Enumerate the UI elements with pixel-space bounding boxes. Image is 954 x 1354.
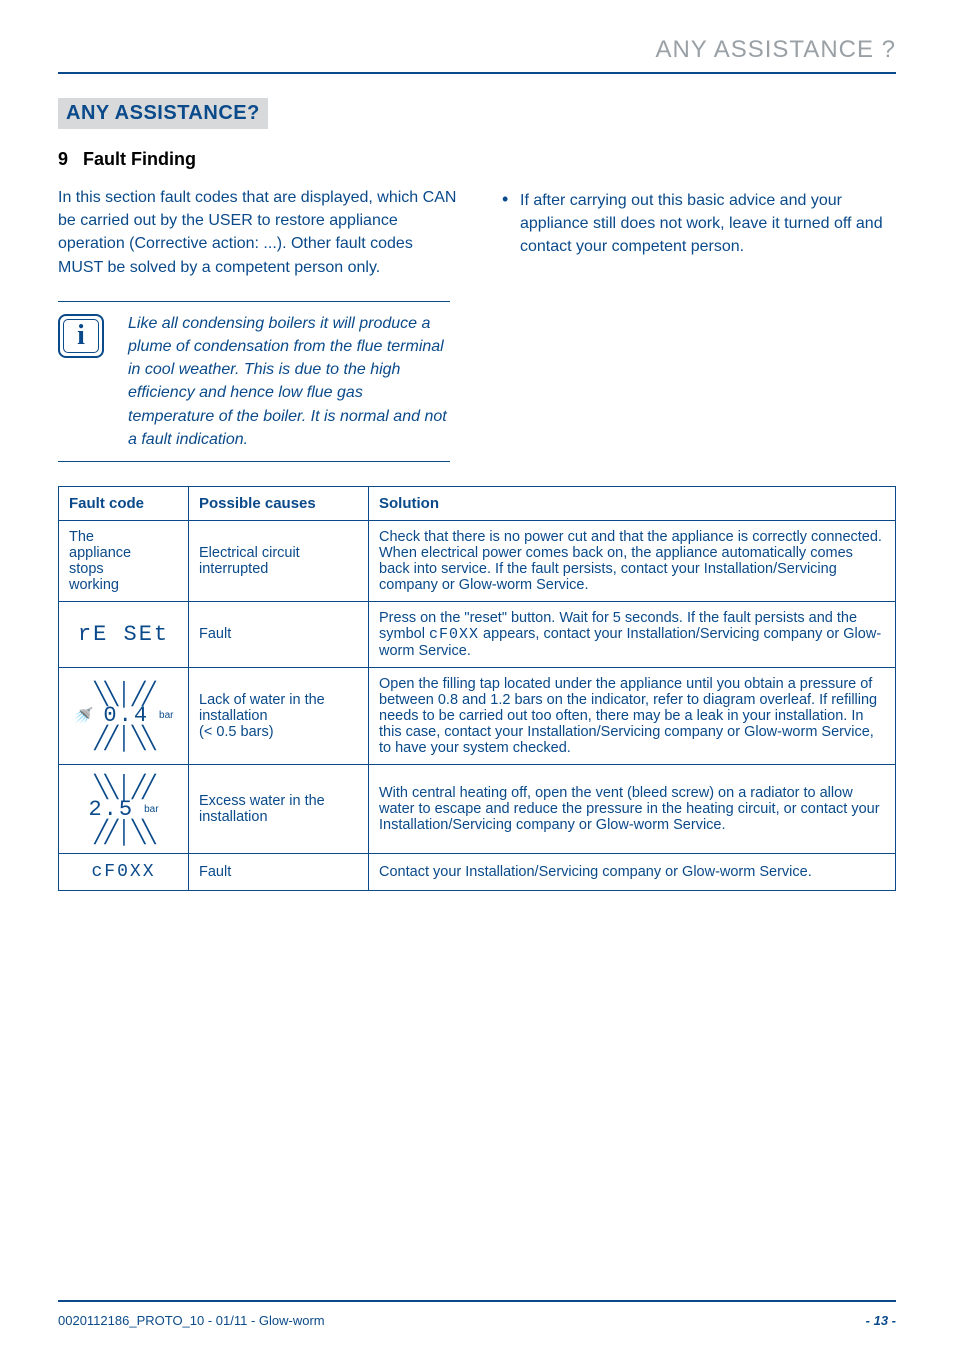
cause-cell: Lack of water in the installation (< 0.5… xyxy=(189,667,369,764)
solution-cell: Open the filling tap located under the a… xyxy=(369,667,896,764)
footer-page-number: - 13 - xyxy=(866,1313,896,1328)
section-heading: ANY ASSISTANCE? xyxy=(58,98,268,129)
table-row: The appliance stops working Electrical c… xyxy=(59,520,896,601)
fault-cell: ╲╲ │ ╱╱ 🚿 0.4 bar ╱╱ │ ╲╲ xyxy=(59,667,189,764)
table-header-row: Fault code Possible causes Solution xyxy=(59,486,896,520)
fault-cell: cF0XX xyxy=(59,854,189,891)
solution-cell: With central heating off, open the vent … xyxy=(369,764,896,854)
fault-table: Fault code Possible causes Solution The … xyxy=(58,486,896,892)
segment-display: 2.5 xyxy=(88,797,134,822)
cause-cell: Fault xyxy=(189,854,369,891)
table-row: cF0XX Fault Contact your Installation/Se… xyxy=(59,854,896,891)
fault-cell: The appliance stops working xyxy=(59,520,189,601)
rays-bottom-icon: ╱╱ │ ╲╲ xyxy=(95,822,153,842)
subheading: 9 Fault Finding xyxy=(58,149,896,170)
fault-cell: rE SEt xyxy=(59,601,189,667)
intro-paragraph: In this section fault codes that are dis… xyxy=(58,186,458,279)
segment-display: cF0XX xyxy=(91,862,155,882)
rays-top-icon: ╲╲ │ ╱╱ xyxy=(95,684,153,704)
fault-text-line: working xyxy=(69,577,119,593)
cause-cell: Fault xyxy=(189,601,369,667)
lcd-flashing-icon: ╲╲ │ ╱╱ 2.5 bar ╱╱ │ ╲╲ xyxy=(69,773,178,846)
table-row: ╲╲ │ ╱╱ 2.5 bar ╱╱ │ ╲╲ Excess water in … xyxy=(59,764,896,854)
info-callout: i Like all condensing boilers it will pr… xyxy=(58,301,450,462)
solution-cell: Contact your Installation/Servicing comp… xyxy=(369,854,896,891)
header-solution: Solution xyxy=(369,486,896,520)
fault-text-line: appliance xyxy=(69,545,131,561)
unit-bar: bar xyxy=(144,804,158,815)
solution-cell: Press on the "reset" button. Wait for 5 … xyxy=(369,601,896,667)
unit-bar: bar xyxy=(159,710,173,721)
page-footer: 0020112186_PROTO_10 - 01/11 - Glow-worm … xyxy=(58,1313,896,1328)
subheading-number: 9 xyxy=(58,149,68,169)
info-text: Like all condensing boilers it will prod… xyxy=(128,312,450,451)
segment-display: rE SEt xyxy=(78,622,169,647)
footer-left: 0020112186_PROTO_10 - 01/11 - Glow-worm xyxy=(58,1313,325,1328)
cause-cell: Electrical circuit interrupted xyxy=(189,520,369,601)
table-row: rE SEt Fault Press on the "reset" button… xyxy=(59,601,896,667)
header-cause: Possible causes xyxy=(189,486,369,520)
subheading-text: Fault Finding xyxy=(83,149,196,169)
page-header-title: ANY ASSISTANCE ? xyxy=(58,36,896,64)
lcd-flashing-icon: ╲╲ │ ╱╱ 🚿 0.4 bar ╱╱ │ ╲╲ xyxy=(69,680,178,753)
fault-text-line: The xyxy=(69,529,94,545)
header-fault: Fault code xyxy=(59,486,189,520)
tap-icon: 🚿 xyxy=(74,706,94,726)
right-column: If after carrying out this basic advice … xyxy=(496,186,896,279)
lcd-value-row: 2.5 bar xyxy=(88,797,158,822)
footer-divider xyxy=(58,1300,896,1302)
table-row: ╲╲ │ ╱╱ 🚿 0.4 bar ╱╱ │ ╲╲ Lack of water … xyxy=(59,667,896,764)
info-icon: i xyxy=(58,314,104,358)
cause-cell: Excess water in the installation xyxy=(189,764,369,854)
left-column: In this section fault codes that are dis… xyxy=(58,186,458,279)
two-column-layout: In this section fault codes that are dis… xyxy=(58,186,896,279)
inline-segment-symbol: cF0XX xyxy=(429,626,479,643)
rays-bottom-icon: ╱╱ │ ╲╲ xyxy=(95,728,153,748)
rays-top-icon: ╲╲ │ ╱╱ xyxy=(95,777,153,797)
bullet-item: If after carrying out this basic advice … xyxy=(520,186,896,259)
bullet-list: If after carrying out this basic advice … xyxy=(496,186,896,259)
solution-cell: Check that there is no power cut and tha… xyxy=(369,520,896,601)
header-divider xyxy=(58,72,896,74)
fault-cell: ╲╲ │ ╱╱ 2.5 bar ╱╱ │ ╲╲ xyxy=(59,764,189,854)
fault-text-line: stops xyxy=(69,561,104,577)
